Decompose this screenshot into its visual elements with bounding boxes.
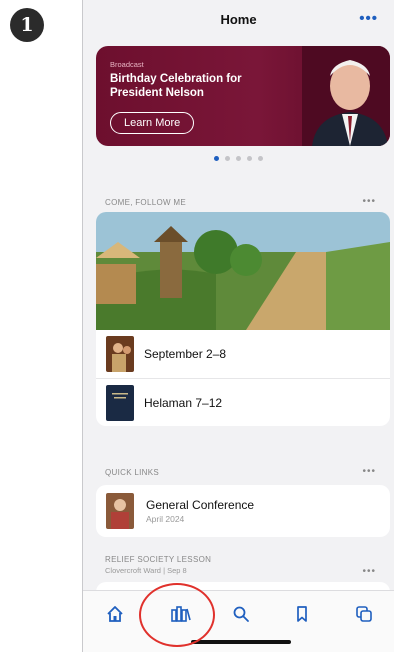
carousel-dot[interactable] (236, 156, 241, 161)
tab-screens[interactable] (349, 599, 379, 629)
section-label-come-follow-me: COME, FOLLOW ME (105, 198, 186, 207)
search-icon (233, 606, 249, 622)
come-follow-me-image[interactable] (96, 212, 390, 330)
bookmark-icon (297, 606, 307, 622)
tab-home[interactable] (100, 599, 130, 629)
section-label-relief-society: RELIEF SOCIETY LESSON (105, 555, 212, 564)
list-item[interactable]: General Conference April 2024 (96, 485, 390, 537)
tab-library[interactable] (166, 599, 196, 629)
tab-bar (83, 590, 394, 652)
phone-screen: Home ••• Broadcast Birthday Celebration … (82, 0, 394, 652)
section-sub-ward: Clovercroft Ward | Sep 8 (105, 566, 187, 575)
painting-thumbnail (106, 336, 134, 372)
carousel-dots (83, 156, 394, 161)
list-item[interactable]: Helaman 7–12 (96, 378, 390, 426)
come-follow-me-card: September 2–8 Helaman 7–12 (96, 212, 390, 426)
section-label-quick-links: QUICK LINKS (105, 468, 159, 477)
book-cover-thumbnail (106, 384, 134, 421)
tab-bookmarks[interactable] (287, 599, 317, 629)
list-item-label: Helaman 7–12 (144, 395, 223, 410)
portrait-image (302, 46, 390, 146)
screens-icon (356, 606, 372, 622)
learn-more-button[interactable]: Learn More (110, 112, 195, 134)
tab-search[interactable] (226, 599, 256, 629)
carousel-dot[interactable] (258, 156, 263, 161)
home-indicator (191, 640, 291, 644)
app-header: Home ••• (83, 0, 394, 40)
carousel-dot[interactable] (247, 156, 252, 161)
step-number-badge: 1 (10, 8, 44, 42)
banner-eyebrow: Broadcast (110, 60, 144, 69)
page-title: Home (220, 12, 257, 27)
more-horizontal-icon[interactable]: ••• (359, 10, 378, 27)
carousel-dot[interactable] (214, 156, 219, 161)
home-icon (107, 606, 123, 622)
quick-link-title: General Conference (146, 498, 255, 512)
quick-links-card: General Conference April 2024 (96, 485, 390, 537)
broadcast-banner[interactable]: Broadcast Birthday Celebration for Presi… (96, 46, 390, 146)
quick-link-subtitle: April 2024 (146, 514, 185, 524)
more-horizontal-icon[interactable]: ••• (362, 196, 376, 207)
banner-title: Birthday Celebration for President Nelso… (110, 73, 242, 99)
general-conference-thumbnail (106, 493, 134, 529)
carousel-dot[interactable] (225, 156, 230, 161)
library-icon (171, 606, 191, 622)
more-horizontal-icon[interactable]: ••• (362, 566, 376, 577)
list-item-label: September 2–8 (144, 347, 227, 361)
more-horizontal-icon[interactable]: ••• (362, 466, 376, 477)
list-item[interactable]: September 2–8 (96, 330, 390, 378)
